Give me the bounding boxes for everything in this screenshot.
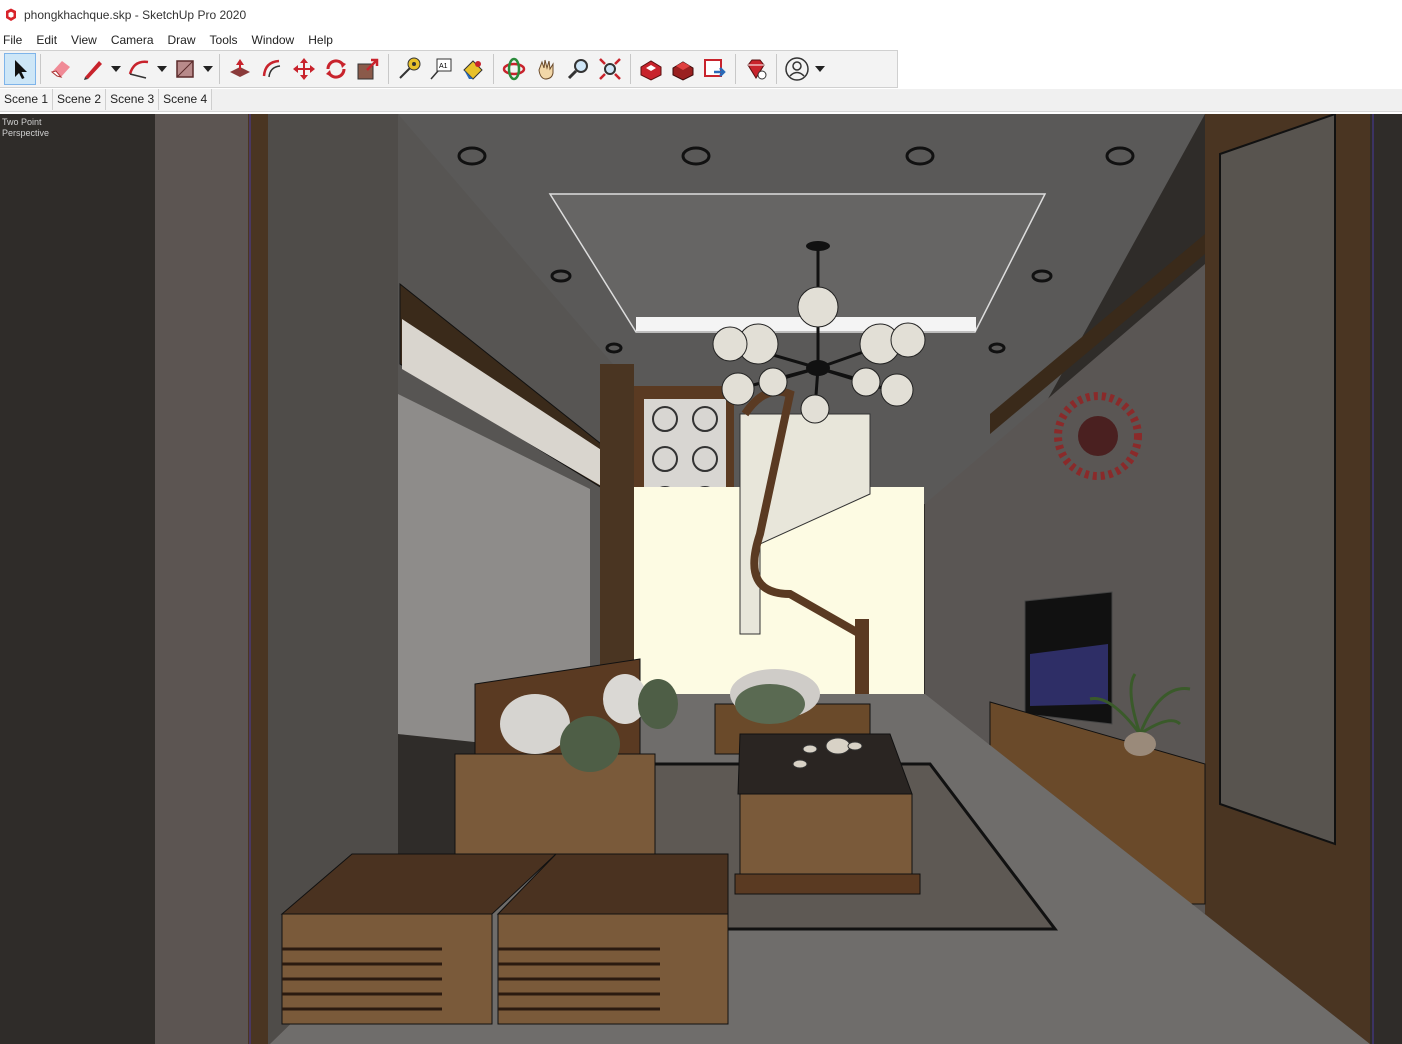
- main-toolbar: A1: [0, 50, 898, 88]
- menu-help[interactable]: Help: [305, 33, 340, 47]
- offset-icon: [262, 59, 281, 78]
- eraser-icon: [50, 61, 70, 78]
- paint-bucket-icon: [463, 60, 483, 80]
- orbit-tool-button[interactable]: [498, 53, 530, 85]
- sketchup-app-icon: [6, 8, 16, 21]
- orbit-icon: [502, 57, 526, 81]
- push-pull-tool-button[interactable]: [224, 53, 256, 85]
- zoom-extents-icon: [599, 58, 621, 80]
- menu-window[interactable]: Window: [249, 33, 302, 47]
- toolbar-separator: [630, 54, 631, 84]
- account-button[interactable]: [781, 53, 813, 85]
- line-dropdown[interactable]: [109, 53, 123, 85]
- chevron-down-icon: [203, 66, 213, 72]
- zoom-icon: [567, 59, 588, 80]
- arc-icon: [128, 60, 149, 79]
- camera-label-line-2: Perspective: [2, 128, 50, 138]
- layout-icon: [704, 59, 726, 77]
- rectangle-tool-button[interactable]: [169, 53, 201, 85]
- tape-measure-icon: [399, 57, 421, 79]
- account-dropdown[interactable]: [813, 53, 827, 85]
- text-tool-button[interactable]: A1: [425, 53, 457, 85]
- push-pull-icon: [230, 59, 250, 77]
- menu-draw[interactable]: Draw: [165, 33, 203, 47]
- scale-tool-button[interactable]: [352, 53, 384, 85]
- menu-camera[interactable]: Camera: [108, 33, 161, 47]
- toolbar-separator: [776, 54, 777, 84]
- pan-icon: [538, 59, 554, 80]
- extension-manager-button[interactable]: [740, 53, 772, 85]
- eraser-tool-button[interactable]: [45, 53, 77, 85]
- svg-text:A1: A1: [439, 63, 448, 70]
- model-viewport[interactable]: Two Point Perspective: [0, 114, 1402, 1044]
- title-bar: phongkhachque.skp - SketchUp Pro 2020: [0, 0, 1402, 30]
- camera-type-label: Two Point Perspective: [2, 117, 49, 139]
- 3d-warehouse-button[interactable]: [635, 53, 667, 85]
- select-tool-button[interactable]: [4, 53, 36, 85]
- paint-bucket-tool-button[interactable]: [457, 53, 489, 85]
- line-icon: [84, 61, 102, 80]
- zoom-tool-button[interactable]: [562, 53, 594, 85]
- ruby-icon: [747, 59, 767, 80]
- toolbar-separator: [40, 54, 41, 84]
- rotate-tool-button[interactable]: [320, 53, 352, 85]
- menu-bar: File Edit View Camera Draw Tools Window …: [0, 30, 1402, 50]
- extension-warehouse-button[interactable]: [667, 53, 699, 85]
- chevron-down-icon: [111, 66, 121, 72]
- camera-label-line-1: Two Point: [2, 117, 42, 127]
- rectangle-dropdown[interactable]: [201, 53, 215, 85]
- tab-scene-1[interactable]: Scene 1: [0, 89, 54, 110]
- chevron-down-icon: [815, 66, 825, 72]
- zoom-extents-tool-button[interactable]: [594, 53, 626, 85]
- tab-scene-2[interactable]: Scene 2: [53, 89, 107, 110]
- menu-view[interactable]: View: [68, 33, 104, 47]
- tab-scene-4[interactable]: Scene 4: [159, 89, 213, 110]
- toolbar-separator: [388, 54, 389, 84]
- line-tool-button[interactable]: [77, 53, 109, 85]
- coffee-table: [737, 733, 913, 795]
- arc-tool-button[interactable]: [123, 53, 155, 85]
- menu-file[interactable]: File: [0, 33, 29, 47]
- send-to-layout-button[interactable]: [699, 53, 731, 85]
- account-icon: [785, 57, 809, 81]
- tape-measure-tool-button[interactable]: [393, 53, 425, 85]
- menu-edit[interactable]: Edit: [33, 33, 64, 47]
- move-icon: [293, 58, 315, 80]
- toolbar-separator: [219, 54, 220, 84]
- move-tool-button[interactable]: [288, 53, 320, 85]
- chevron-down-icon: [157, 66, 167, 72]
- toolbar-separator: [735, 54, 736, 84]
- window-title: phongkhachque.skp - SketchUp Pro 2020: [24, 8, 247, 22]
- ottomans: [280, 853, 729, 1025]
- select-icon: [15, 60, 27, 79]
- tab-scene-3[interactable]: Scene 3: [106, 89, 160, 110]
- toolbar-separator: [493, 54, 494, 84]
- rectangle-icon: [176, 60, 194, 78]
- offset-tool-button[interactable]: [256, 53, 288, 85]
- rotate-icon: [326, 59, 346, 79]
- scale-icon: [357, 58, 379, 80]
- living-room-render[interactable]: [0, 114, 1402, 1044]
- warehouse-icon: [640, 60, 662, 81]
- scene-tabs: Scene 1 Scene 2 Scene 3 Scene 4: [0, 89, 1402, 112]
- menu-tools[interactable]: Tools: [207, 33, 245, 47]
- pan-tool-button[interactable]: [530, 53, 562, 85]
- text-icon: A1: [430, 58, 452, 80]
- extension-warehouse-icon: [672, 61, 694, 81]
- arc-dropdown[interactable]: [155, 53, 169, 85]
